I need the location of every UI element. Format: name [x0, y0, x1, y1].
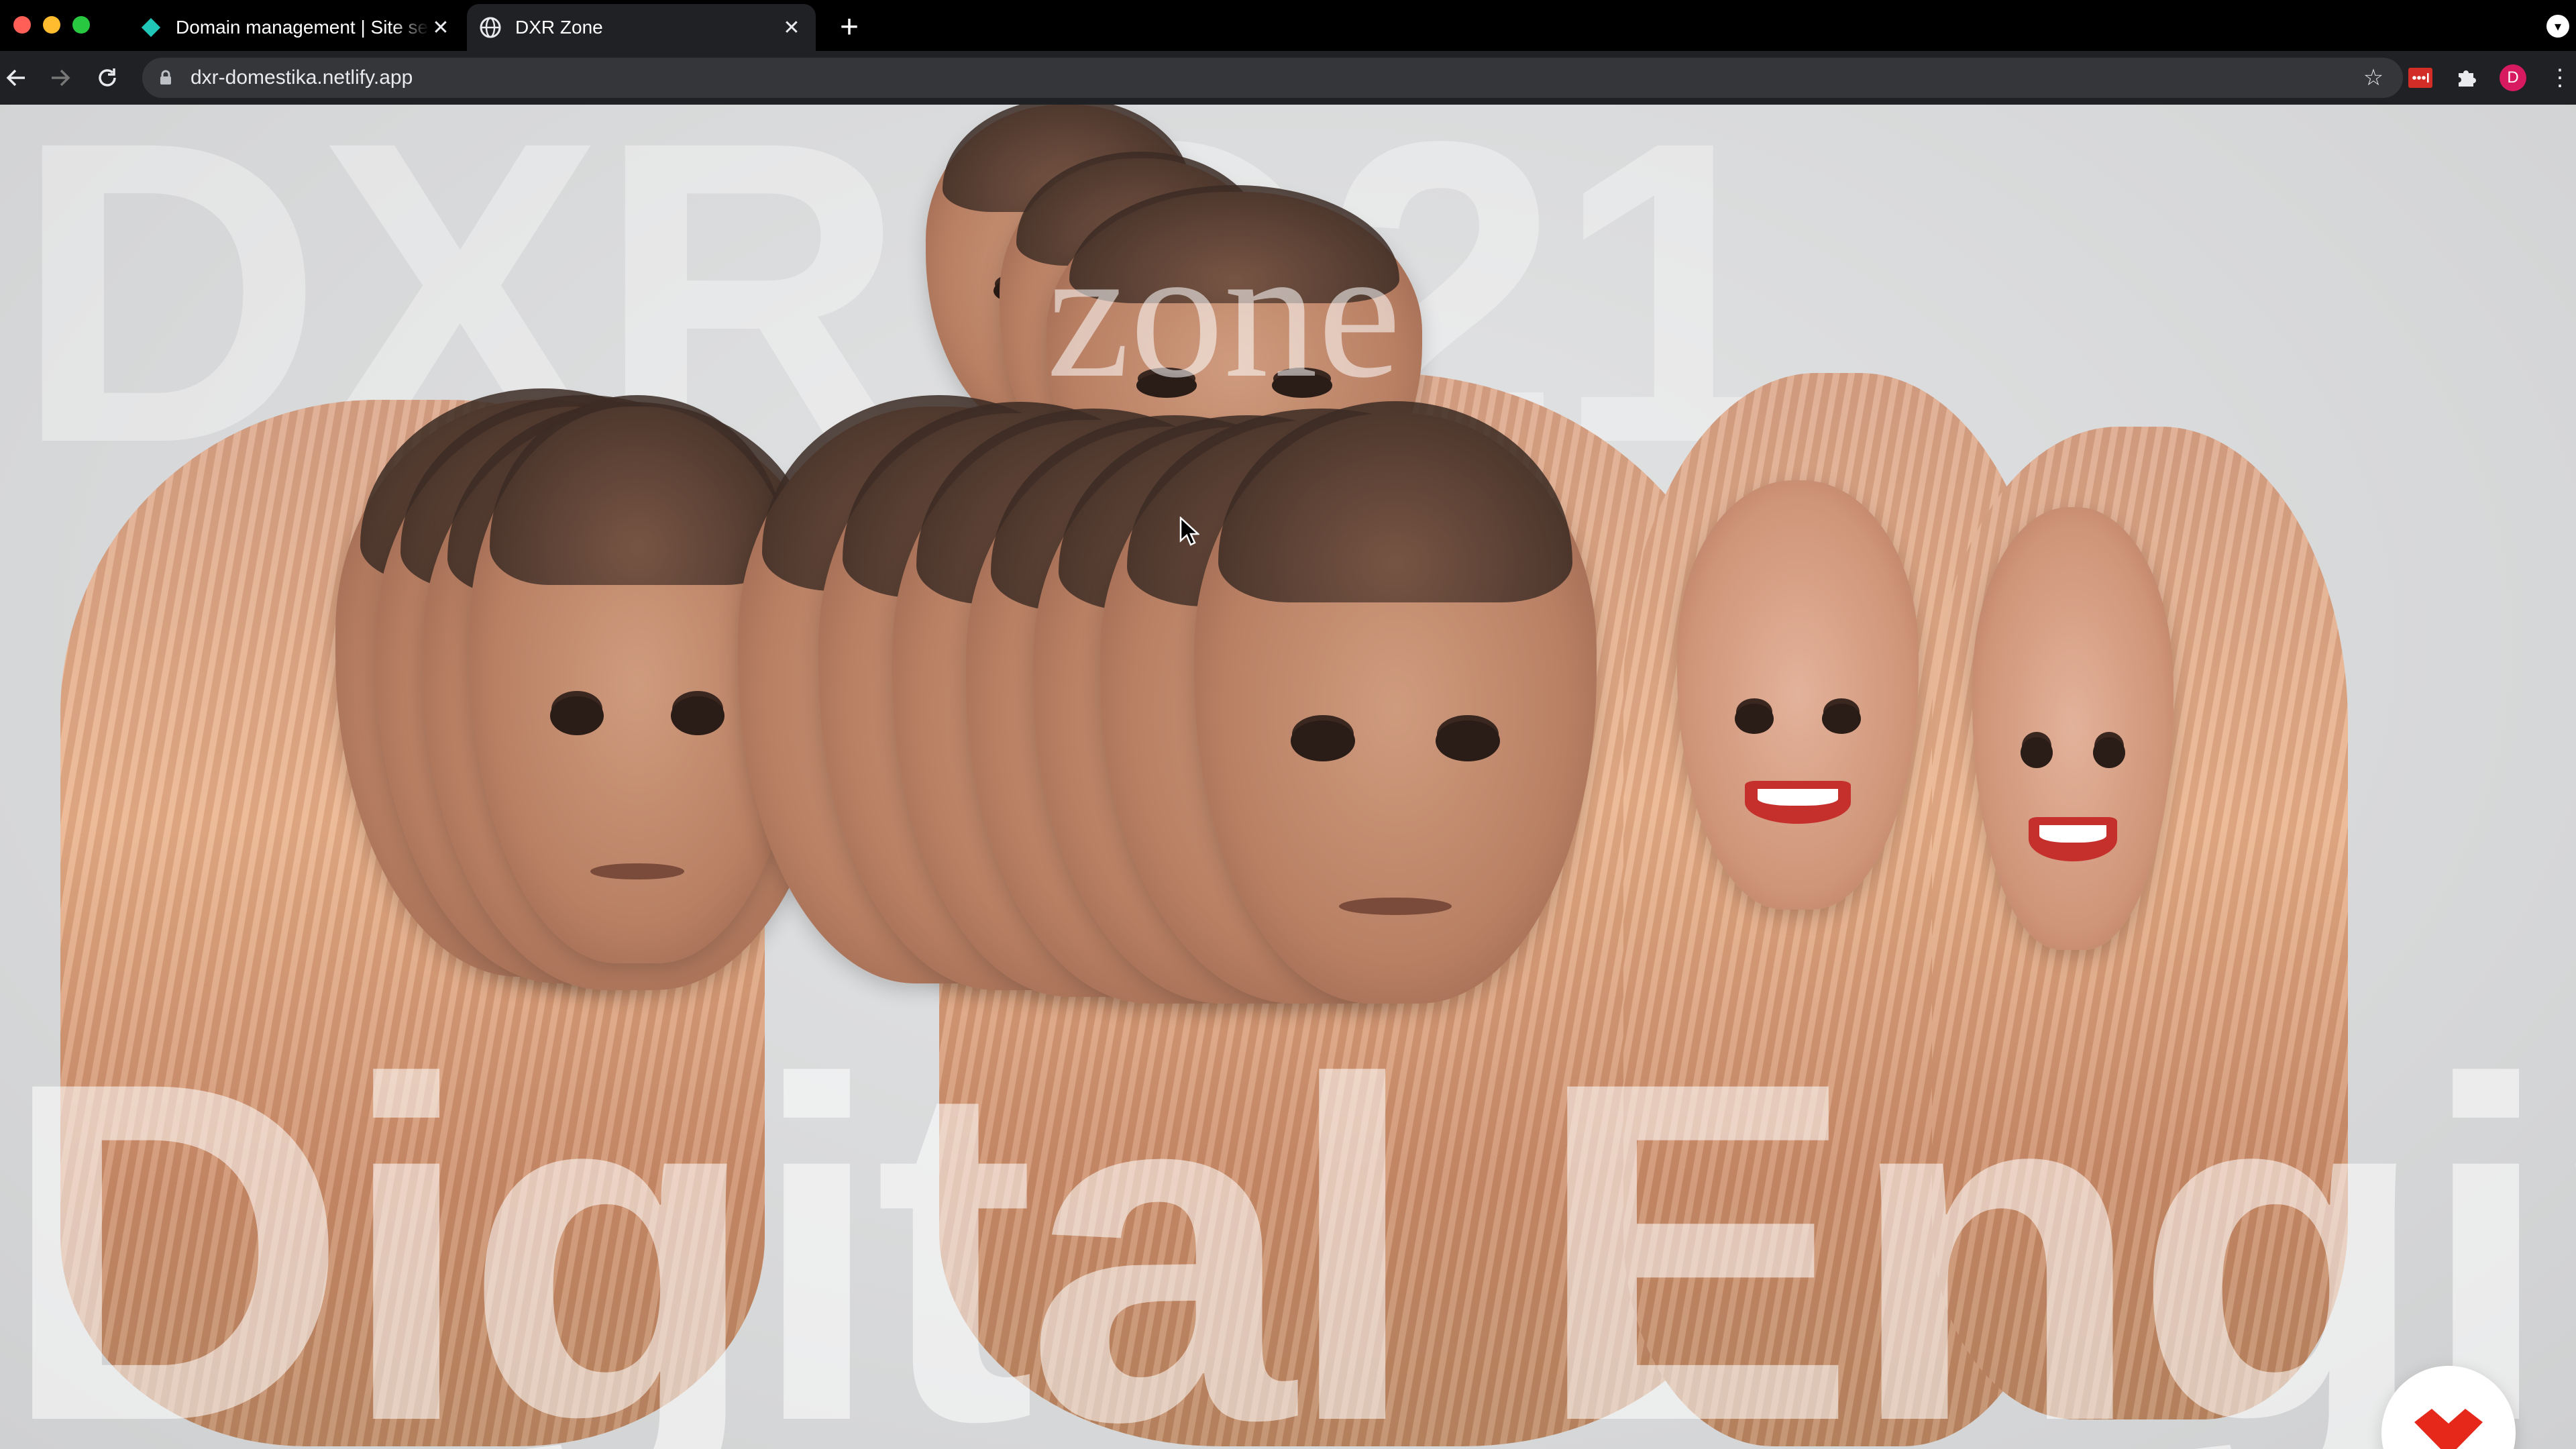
tab-search-icon[interactable]: ▾: [2546, 15, 2569, 38]
zone-wordmark: zone: [1046, 208, 1401, 417]
tab-domain-management[interactable]: Domain management | Site settings ✕: [127, 4, 463, 51]
tab-dxr-zone[interactable]: DXR Zone ✕: [467, 4, 816, 51]
arrow-left-icon: [6, 69, 25, 87]
maximize-window-button[interactable]: [72, 16, 90, 34]
url-text[interactable]: dxr-domestika.netlify.app: [191, 66, 413, 89]
globe-icon: [480, 17, 501, 38]
mouse-cursor-icon: [1179, 517, 1199, 546]
tab-title: DXR Zone: [515, 17, 603, 38]
profile-initial: D: [2507, 68, 2519, 87]
new-tab-button[interactable]: +: [832, 9, 867, 45]
tab-bar: Domain management | Site settings ✕ DXR …: [0, 0, 2576, 51]
face-image: [1972, 507, 2174, 950]
face-image: [1194, 401, 1597, 1004]
lastpass-extension-icon[interactable]: [2407, 64, 2434, 91]
domestika-logo-icon: [2414, 1409, 2483, 1449]
extensions-puzzle-icon[interactable]: [2453, 64, 2479, 91]
bookmark-star-icon[interactable]: ☆: [2359, 63, 2388, 93]
arrow-right-icon: [52, 69, 70, 87]
back-button[interactable]: [0, 62, 32, 94]
forward-button[interactable]: [44, 62, 76, 94]
netlify-diamond-icon: [141, 17, 161, 38]
reload-button[interactable]: [91, 62, 123, 94]
page-viewport: DXR ©21 zone Digital Engine: [0, 105, 2576, 1449]
browser-menu-icon[interactable]: ⋮: [2546, 64, 2573, 91]
face-image: [1677, 480, 1919, 910]
close-tab-icon[interactable]: ✕: [429, 14, 452, 41]
browser-toolbar: dxr-domestika.netlify.app ☆ D ⋮: [0, 51, 2576, 105]
tab-title: Domain management | Site settings: [176, 17, 429, 38]
reload-icon: [99, 68, 116, 87]
profile-avatar[interactable]: D: [2500, 64, 2526, 91]
lock-icon[interactable]: [157, 69, 174, 87]
address-bar[interactable]: dxr-domestika.netlify.app ☆: [142, 58, 2403, 98]
close-window-button[interactable]: [13, 16, 31, 34]
close-tab-icon[interactable]: ✕: [778, 14, 805, 41]
minimize-window-button[interactable]: [43, 16, 60, 34]
ghost-headline-bottom: Digital Engine: [0, 981, 2576, 1449]
